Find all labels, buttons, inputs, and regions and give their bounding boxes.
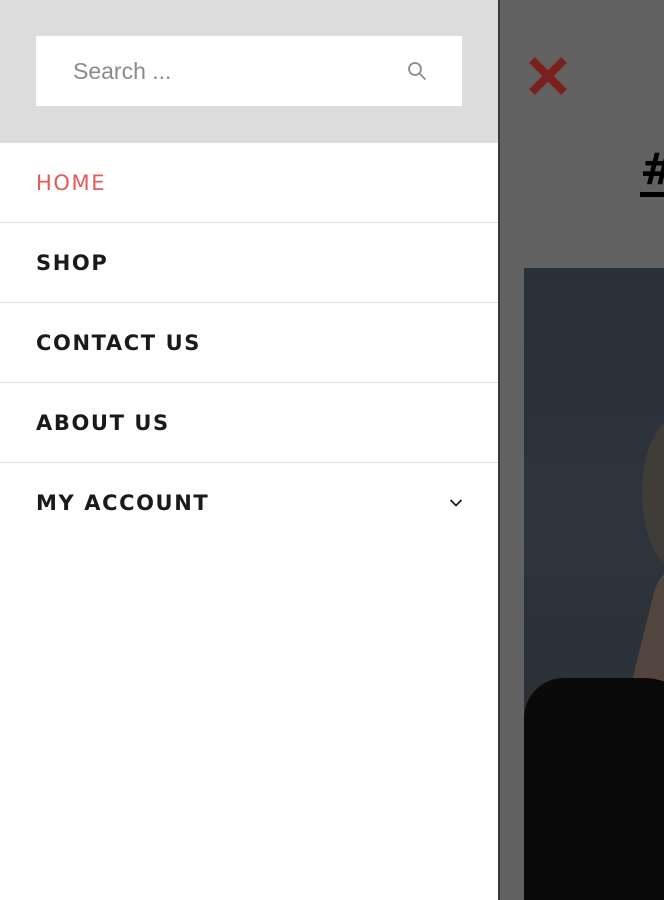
chevron-down-icon[interactable] bbox=[448, 495, 464, 511]
search-icon[interactable] bbox=[405, 59, 429, 83]
menu-item-home[interactable]: HOME bbox=[0, 143, 498, 223]
menu-item-label: ABOUT US bbox=[36, 410, 170, 435]
menu-item-my-account[interactable]: MY ACCOUNT bbox=[0, 463, 498, 542]
menu-item-label: CONTACT US bbox=[36, 330, 202, 355]
search-box bbox=[36, 36, 462, 106]
offcanvas-menu: HOME SHOP CONTACT US ABOUT US MY ACCOUNT bbox=[0, 0, 500, 900]
menu-item-label: HOME bbox=[36, 170, 107, 195]
menu-item-label: SHOP bbox=[36, 250, 109, 275]
search-area bbox=[0, 0, 498, 143]
main-menu: HOME SHOP CONTACT US ABOUT US MY ACCOUNT bbox=[0, 143, 498, 542]
menu-item-label: MY ACCOUNT bbox=[36, 490, 210, 515]
search-input[interactable] bbox=[36, 36, 405, 106]
close-button[interactable] bbox=[524, 52, 572, 100]
menu-item-contact-us[interactable]: CONTACT US bbox=[0, 303, 498, 383]
close-icon bbox=[529, 57, 567, 95]
viewport: # HOME S bbox=[0, 0, 664, 900]
menu-item-shop[interactable]: SHOP bbox=[0, 223, 498, 303]
menu-item-about-us[interactable]: ABOUT US bbox=[0, 383, 498, 463]
